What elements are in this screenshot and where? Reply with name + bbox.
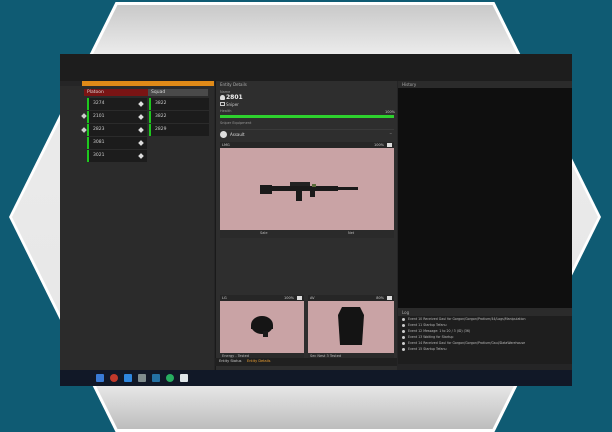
app-icon[interactable]: [138, 374, 146, 382]
card-footer-right: Net: [348, 231, 355, 235]
app-icon[interactable]: [110, 374, 118, 382]
platoon-header-label: Platoon: [87, 90, 104, 95]
diamond-icon[interactable]: [138, 140, 144, 146]
log-list: Event 10 Received Gaul for Gorgon/Gorgon…: [398, 316, 572, 364]
list-item[interactable]: 3822: [149, 98, 209, 110]
app-top-strip: [60, 54, 572, 81]
diamond-icon[interactable]: [138, 153, 144, 159]
kit-icon: [220, 131, 227, 138]
list-item[interactable]: 2829: [149, 124, 209, 136]
kit-name: Assault: [230, 132, 245, 137]
list-item[interactable]: 3274: [87, 98, 147, 110]
card-footer: Sale Net: [220, 230, 394, 238]
bullet-icon: [402, 347, 405, 351]
bullet-icon: [402, 335, 405, 339]
health-bar-fill: [220, 115, 394, 118]
history-view: [398, 88, 572, 308]
app-icon[interactable]: [152, 374, 160, 382]
equipment-label: Sniper Equipment: [220, 121, 252, 125]
diamond-icon[interactable]: [138, 127, 144, 133]
rifle-icon: [260, 182, 358, 201]
helmet-icon: [251, 316, 273, 337]
platoon-list: 3274 2101 2823 3081 3021: [87, 98, 147, 163]
role-icon: [220, 102, 225, 106]
helmet-card[interactable]: LG 100% Energy - Tested: [220, 295, 304, 361]
bullet-icon: [402, 323, 405, 327]
person-icon: [220, 95, 225, 100]
kit-selector[interactable]: Assault –: [220, 129, 394, 139]
battery-icon: [297, 296, 302, 300]
taskbar: [60, 370, 572, 386]
vest-icon: [338, 307, 364, 345]
platoon-header[interactable]: Platoon: [84, 89, 148, 96]
health-label: Health: [220, 109, 232, 113]
entity-details-panel: Entity Details Name 2801 Sniper Health 1…: [215, 81, 397, 386]
rifle-card[interactable]: LMG 100% Sale Net: [220, 142, 394, 238]
bullet-icon: [402, 329, 405, 333]
collapse-icon[interactable]: –: [390, 131, 393, 137]
tab-entity-details[interactable]: Entity Details: [245, 359, 272, 363]
list-item[interactable]: 3021: [87, 150, 147, 162]
diamond-icon[interactable]: [138, 114, 144, 120]
roster-panel: Platoon Squad 3274 2101 2823 3081 3021 3…: [60, 86, 214, 386]
history-header: History: [398, 81, 572, 88]
bullet-icon: [402, 341, 405, 345]
battery-icon: [387, 143, 392, 147]
list-item[interactable]: 3081: [87, 137, 147, 149]
bullet-icon: [402, 317, 405, 321]
squad-list: 3822 3822 2829: [149, 98, 209, 137]
log-title: Log: [402, 310, 410, 315]
start-icon[interactable]: [96, 374, 104, 382]
expand-diamond-icon[interactable]: [81, 113, 87, 119]
app-icon[interactable]: [124, 374, 132, 382]
log-row[interactable]: Event 15 Startup Tefanu: [398, 346, 572, 352]
panel-title: Entity Details: [220, 82, 247, 87]
health-bar: [220, 115, 394, 118]
log-header: Log: [398, 308, 572, 316]
history-title: History: [402, 82, 417, 87]
operator-id: 2801: [226, 94, 243, 101]
helmet-image: [220, 301, 304, 353]
health-value: 100%: [384, 110, 395, 114]
app-icon[interactable]: [180, 374, 188, 382]
app-window: Platoon Squad 3274 2101 2823 3081 3021 3…: [60, 54, 572, 386]
list-item[interactable]: 3822: [149, 111, 209, 123]
squad-header-label: Squad: [151, 90, 166, 95]
card-footer-left: Sale: [260, 231, 268, 235]
role-label: Sniper: [226, 102, 239, 107]
tab-entity-status[interactable]: Entity Status: [217, 359, 243, 363]
diamond-icon[interactable]: [138, 101, 144, 107]
squad-header[interactable]: Squad: [148, 89, 208, 96]
bottom-tab-bar: Entity Status Entity Details: [215, 358, 397, 366]
vest-image: [308, 301, 394, 353]
rifle-image: [220, 148, 394, 230]
expand-diamond-icon[interactable]: [81, 127, 87, 133]
vest-card[interactable]: AV 80% Sec Nest 3 Tested: [308, 295, 394, 361]
list-item[interactable]: 2823: [87, 124, 147, 136]
list-item[interactable]: 2101: [87, 111, 147, 123]
app-icon[interactable]: [166, 374, 174, 382]
battery-icon: [387, 296, 392, 300]
